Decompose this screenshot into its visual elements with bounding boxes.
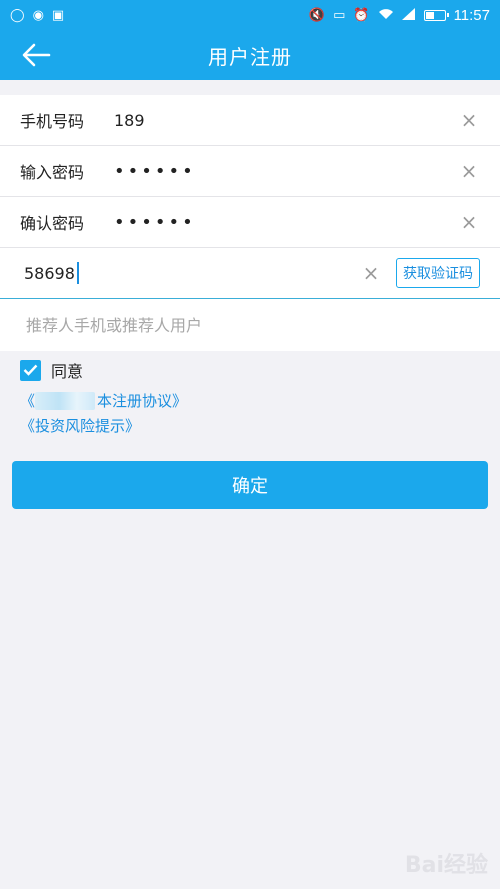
mute-icon: 🔇 — [308, 7, 326, 23]
back-button[interactable] — [18, 38, 54, 72]
clock-time: 11:57 — [453, 6, 490, 24]
confirm-button[interactable]: 确定 — [12, 461, 488, 509]
status-right: 🔇 ▭ ⏰ 11:57 — [309, 7, 490, 24]
referrer-row — [0, 299, 500, 351]
signal-icon — [401, 7, 416, 23]
confirm-password-input[interactable]: •••••• — [114, 212, 458, 233]
image-icon: ▣ — [51, 7, 65, 23]
status-left: ◯ ◉ ▣ — [10, 9, 64, 22]
text-cursor — [76, 262, 79, 284]
verification-value: 58698 — [24, 263, 75, 283]
confirm-password-label: 确认密码 — [20, 214, 85, 233]
vibrate-off-icon: ▭ — [333, 7, 346, 23]
confirm-password-row: 确认密码 •••••• × — [0, 197, 500, 248]
blurred-text — [35, 391, 96, 410]
qq-icon: ◯ — [10, 7, 25, 23]
page-title: 用户注册 — [208, 44, 292, 69]
password-label: 输入密码 — [20, 163, 85, 182]
status-bar: ◯ ◉ ▣ 🔇 ▭ ⏰ 11:57 — [0, 0, 500, 30]
checkmark-icon — [23, 364, 38, 376]
link1-prefix: 《 — [20, 392, 36, 410]
registration-agreement-link[interactable]: 《 本注册协议》 — [20, 390, 187, 411]
battery-icon — [423, 9, 449, 21]
referrer-input[interactable] — [26, 315, 480, 335]
password-input[interactable]: •••••• — [114, 161, 458, 182]
phone-row: 手机号码 189 × — [0, 95, 500, 146]
password-row: 输入密码 •••••• × — [0, 146, 500, 197]
clear-phone-icon[interactable]: × — [458, 109, 480, 131]
risk-warning-link[interactable]: 《投资风险提示》 — [20, 415, 140, 436]
verification-input[interactable]: 58698 — [24, 262, 360, 284]
link1-text: 本注册协议》 — [97, 392, 188, 410]
wifi-icon — [378, 8, 394, 23]
get-code-button[interactable]: 获取验证码 — [396, 258, 480, 288]
clear-confirm-password-icon[interactable]: × — [458, 211, 480, 233]
app-notification-icon: ◉ — [32, 7, 44, 23]
agree-checkbox[interactable] — [20, 359, 41, 381]
alarm-icon: ⏰ — [353, 7, 370, 23]
agree-checkbox-row[interactable]: 同意 — [20, 358, 83, 382]
app-bar: 用户注册 — [0, 30, 500, 80]
clear-verification-icon[interactable]: × — [360, 262, 382, 284]
watermark: Bai经验 — [405, 847, 488, 879]
clear-password-icon[interactable]: × — [458, 160, 480, 182]
phone-input[interactable]: 189 — [114, 111, 458, 130]
watermark-text: Bai经验 — [404, 853, 488, 878]
agree-label: 同意 — [51, 362, 84, 381]
arrow-left-icon — [22, 43, 51, 67]
registration-form: 手机号码 189 × 输入密码 •••••• × 确认密码 •••••• × 5… — [0, 95, 500, 351]
phone-label: 手机号码 — [20, 112, 85, 131]
verification-row: 58698 × 获取验证码 — [0, 248, 500, 299]
